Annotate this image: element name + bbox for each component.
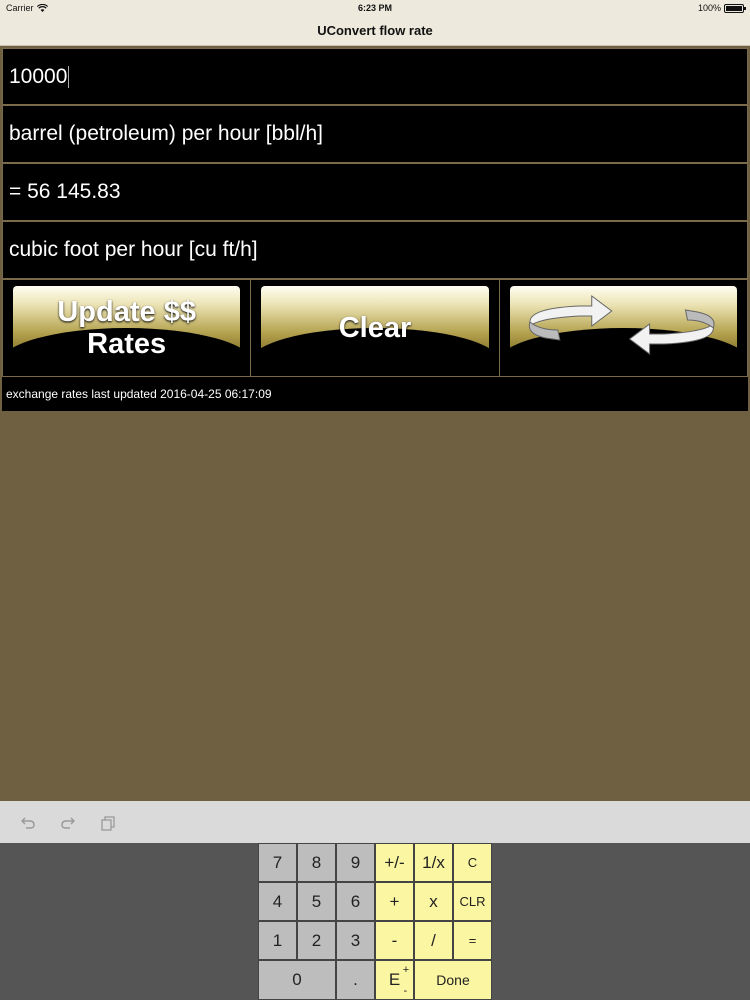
battery-icon — [724, 3, 746, 13]
key-multiply[interactable]: x — [414, 882, 453, 921]
keyboard-accessory-bar — [0, 801, 750, 843]
key-minus[interactable]: - — [375, 921, 414, 960]
exchange-rate-info: exchange rates last updated 2016-04-25 0… — [2, 377, 748, 411]
key-1[interactable]: 1 — [258, 921, 297, 960]
custom-keyboard: 7 8 9 +/- 1/x C 4 5 6 + x CLR 1 2 3 - / … — [0, 843, 750, 1000]
exponent-label: E — [388, 970, 401, 989]
key-divide[interactable]: / — [414, 921, 453, 960]
to-unit-selector[interactable]: cubic foot per hour [cu ft/h] — [2, 221, 748, 279]
action-button-row: Update $$ Rates Clear — [2, 279, 748, 377]
result-display: = 56 145.83 — [2, 163, 748, 221]
exponent-label-group: E + - — [388, 964, 409, 997]
numeric-keypad: 7 8 9 +/- 1/x C 4 5 6 + x CLR 1 2 3 - / … — [258, 843, 492, 1000]
from-unit-selector[interactable]: barrel (petroleum) per hour [bbl/h] — [2, 105, 748, 163]
text-cursor — [68, 65, 70, 88]
key-0[interactable]: 0 — [258, 960, 336, 1000]
battery-percent: 100% — [697, 3, 721, 13]
key-decimal[interactable]: . — [336, 960, 375, 1000]
key-9[interactable]: 9 — [336, 843, 375, 882]
paste-icon[interactable] — [100, 815, 116, 831]
result-value: = 56 145.83 — [9, 180, 121, 203]
key-3[interactable]: 3 — [336, 921, 375, 960]
key-6[interactable]: 6 — [336, 882, 375, 921]
key-2[interactable]: 2 — [297, 921, 336, 960]
undo-icon[interactable] — [20, 815, 36, 831]
status-bar: Carrier 6:23 PM 100% — [0, 0, 750, 16]
clear-label: Clear — [338, 312, 412, 344]
status-time: 6:23 PM — [357, 3, 392, 13]
from-unit-label: barrel (petroleum) per hour [bbl/h] — [9, 122, 323, 145]
battery-group: 100% — [697, 3, 746, 13]
key-plus[interactable]: + — [375, 882, 414, 921]
key-clear-entry[interactable]: C — [453, 843, 492, 882]
update-rates-label-line2: Rates — [87, 328, 167, 360]
key-exponent[interactable]: E + - — [375, 960, 414, 1000]
swap-units-button[interactable] — [499, 280, 747, 376]
to-unit-label: cubic foot per hour [cu ft/h] — [9, 238, 258, 261]
update-rates-label-line1: Update $$ — [57, 296, 196, 328]
done-button[interactable]: Done — [414, 960, 492, 1000]
key-5[interactable]: 5 — [297, 882, 336, 921]
key-reciprocal[interactable]: 1/x — [414, 843, 453, 882]
key-7[interactable]: 7 — [258, 843, 297, 882]
redo-icon[interactable] — [60, 815, 76, 831]
exponent-plus: + — [402, 964, 410, 976]
key-clear-all[interactable]: CLR — [453, 882, 492, 921]
key-equals[interactable]: = — [453, 921, 492, 960]
update-rates-button[interactable]: Update $$ Rates — [3, 280, 252, 376]
swap-arrows-icon — [528, 295, 715, 355]
value-input-text: 10000 — [9, 64, 68, 88]
key-8[interactable]: 8 — [297, 843, 336, 882]
page-title: UConvert flow rate — [0, 16, 750, 46]
key-4[interactable]: 4 — [258, 882, 297, 921]
clear-button[interactable]: Clear — [251, 280, 500, 376]
key-plus-minus[interactable]: +/- — [375, 843, 414, 882]
exponent-minus: - — [403, 985, 408, 997]
value-input-field[interactable]: 10000 — [2, 48, 748, 105]
